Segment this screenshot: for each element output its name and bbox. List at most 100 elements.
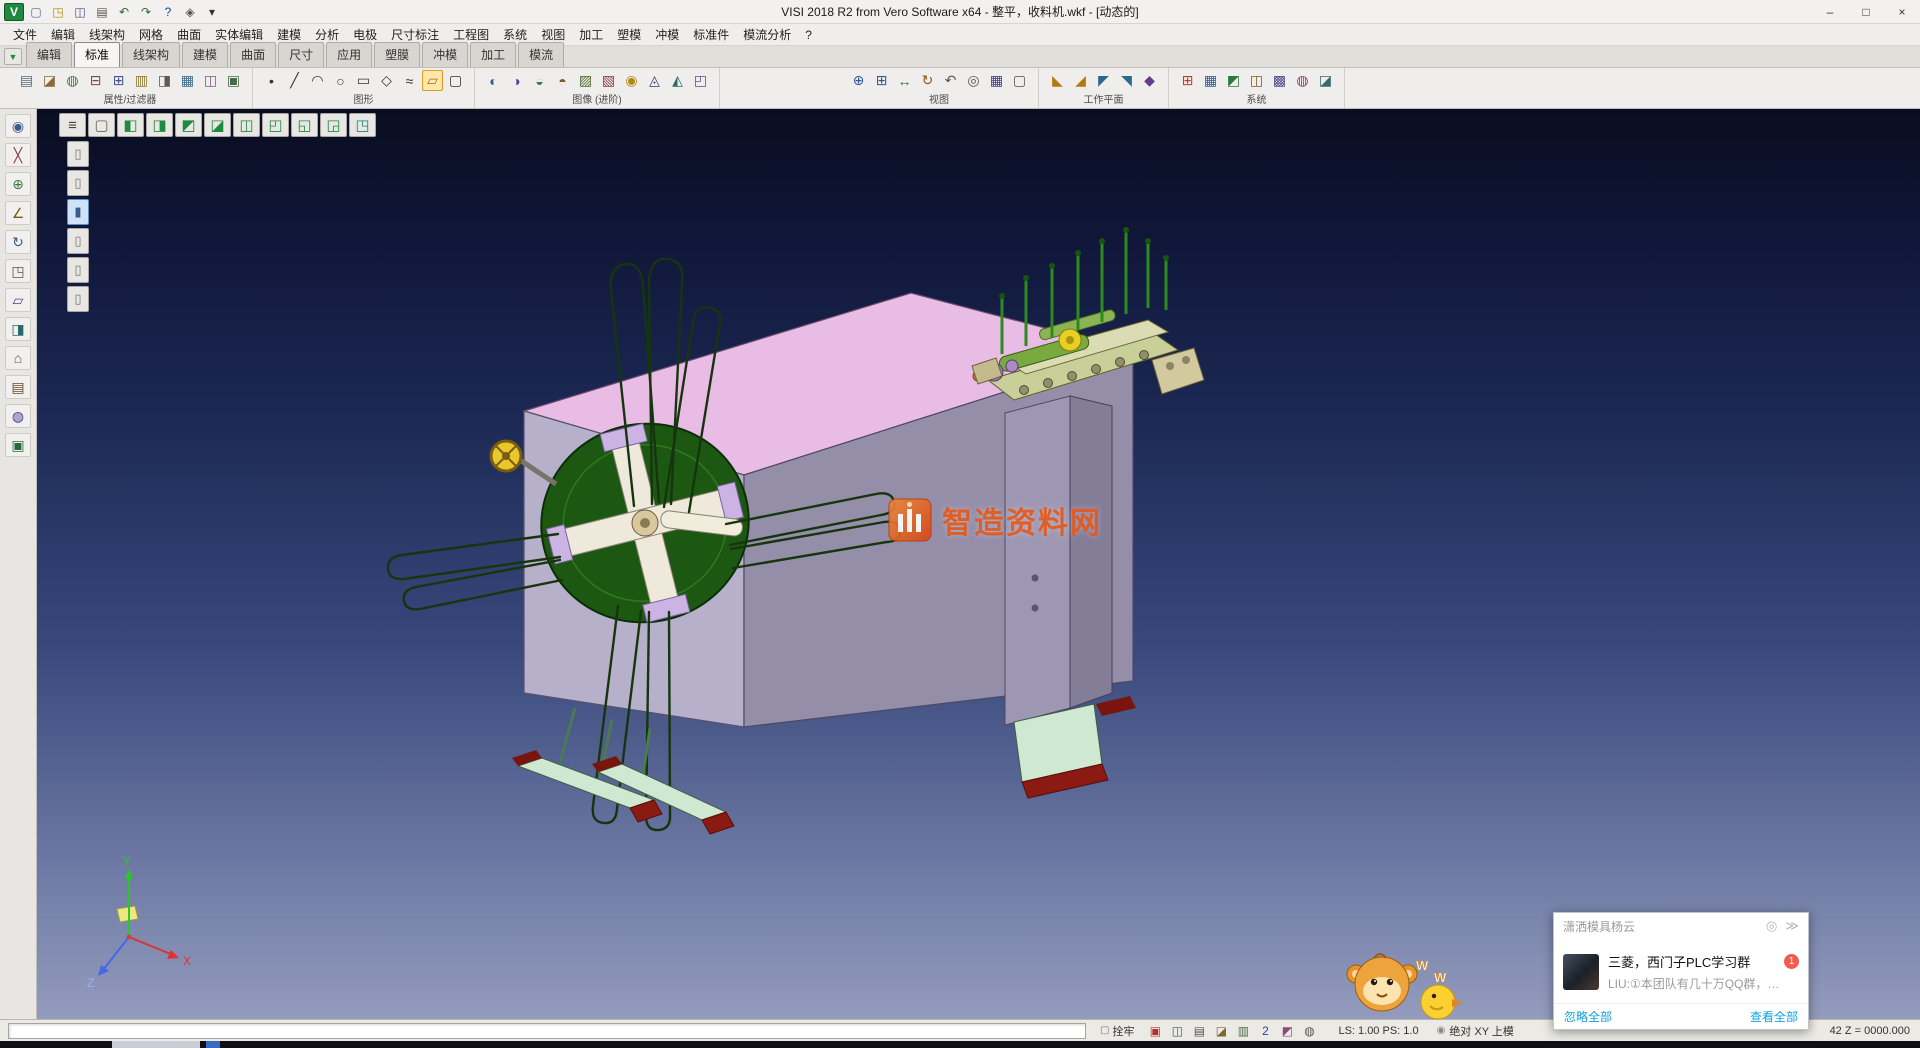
attr-color-icon[interactable]: ◍ (62, 70, 83, 91)
tab[interactable]: 尺寸 (278, 42, 324, 67)
graphics-line-icon[interactable]: ╱ (284, 70, 305, 91)
attr-mask-icon[interactable]: ◨ (154, 70, 175, 91)
qat-dropdown-icon[interactable]: ▾ (202, 3, 222, 21)
status-print-icon[interactable]: ▤ (1190, 1022, 1208, 1039)
workplane-xz-icon[interactable]: ◢ (1070, 70, 1091, 91)
attr-table-icon[interactable]: ▦ (177, 70, 198, 91)
tab[interactable]: 应用 (326, 42, 372, 67)
view-full-icon[interactable]: ▢ (1009, 70, 1030, 91)
tab[interactable]: 标准 (74, 42, 120, 67)
chat-settings-icon[interactable]: ◎ (1766, 918, 1777, 934)
tab[interactable]: 冲模 (422, 42, 468, 67)
minimize-button[interactable]: – (1812, 0, 1848, 23)
system-options-icon[interactable]: ◍ (1292, 70, 1313, 91)
redo-icon[interactable]: ↷ (136, 3, 156, 21)
view-top-icon[interactable]: ◨ (146, 113, 173, 137)
menu-item[interactable]: 模流分析 (736, 23, 798, 46)
attr-tag-icon[interactable]: ◫ (200, 70, 221, 91)
rotate-tool-icon[interactable]: ↻ (5, 230, 31, 254)
graphics-solid-icon[interactable]: ▢ (445, 70, 466, 91)
view-redraw-icon[interactable]: ◎ (963, 70, 984, 91)
tab[interactable]: 加工 (470, 42, 516, 67)
render-wireframe-icon[interactable]: ◑ (506, 70, 527, 91)
status-edit-icon[interactable]: ◪ (1212, 1022, 1230, 1039)
attr-filter-icon[interactable]: ◪ (39, 70, 60, 91)
view-pan-icon[interactable]: ↔ (894, 70, 915, 91)
surface-tool-icon[interactable]: ▱ (5, 288, 31, 312)
menu-item[interactable]: 标准件 (686, 23, 736, 46)
workplane-xy-icon[interactable]: ◣ (1047, 70, 1068, 91)
render-hidden-icon[interactable]: ◒ (529, 70, 550, 91)
system-tools-icon[interactable]: ◪ (1315, 70, 1336, 91)
view-multi-icon[interactable]: ▦ (986, 70, 1007, 91)
attr-grid-icon[interactable]: ⊞ (108, 70, 129, 91)
graphics-polygon-icon[interactable]: ◇ (376, 70, 397, 91)
system-display-icon[interactable]: ▦ (1200, 70, 1221, 91)
view-right-icon[interactable]: ◪ (204, 113, 231, 137)
graphics-curve-icon[interactable]: ≈ (399, 70, 420, 91)
menu-item[interactable]: 塑模 (610, 23, 648, 46)
view-zoom-all-icon[interactable]: ⊕ (848, 70, 869, 91)
graphics-point-icon[interactable]: • (261, 70, 282, 91)
status-command-input[interactable] (8, 1023, 1086, 1039)
tab[interactable]: 模流 (518, 42, 564, 67)
chat-message-item[interactable]: 三菱，西门子PLC学习群 1 LIU:①本团队有几十万QQ群，… (1554, 939, 1808, 1003)
tab[interactable]: 编辑 (26, 42, 72, 67)
visi-logo[interactable]: V (4, 3, 24, 21)
float-tool-4[interactable]: ▯ (67, 228, 89, 254)
menu-item[interactable]: 冲模 (648, 23, 686, 46)
zoom-tool-icon[interactable]: ◉ (5, 114, 31, 138)
help-icon[interactable]: ? (158, 3, 178, 21)
attr-select-icon[interactable]: ▣ (223, 70, 244, 91)
ignore-all-link[interactable]: 忽略全部 (1564, 1008, 1612, 1025)
tab[interactable]: 建模 (182, 42, 228, 67)
view-rotate-icon[interactable]: ↻ (917, 70, 938, 91)
save-view-tool-icon[interactable]: ▣ (5, 433, 31, 457)
status-layer-icon[interactable]: ▥ (1234, 1022, 1252, 1039)
view-axon-icon[interactable]: ◲ (320, 113, 347, 137)
graphics-circle-icon[interactable]: ○ (330, 70, 351, 91)
open-file-icon[interactable]: ◳ (48, 3, 68, 21)
save-icon[interactable]: ◫ (70, 3, 90, 21)
view-back-icon[interactable]: ◰ (262, 113, 289, 137)
mirror-tool-icon[interactable]: ◍ (5, 404, 31, 428)
render-ghost-icon[interactable]: ◓ (552, 70, 573, 91)
menu-item[interactable]: ? (798, 25, 819, 45)
tab[interactable]: 塑膜 (374, 42, 420, 67)
status-alert-icon[interactable]: ▣ (1146, 1022, 1164, 1039)
graphics-plane-icon[interactable]: ▱ (422, 70, 443, 91)
view-zoom-window-icon[interactable]: ⊞ (871, 70, 892, 91)
status-count-icon[interactable]: 2 (1256, 1022, 1274, 1039)
chat-collapse-icon[interactable]: ≫ (1785, 918, 1799, 934)
float-tool-6[interactable]: ▯ (67, 286, 89, 312)
view-front-icon[interactable]: ◩ (175, 113, 202, 137)
view-iso-icon[interactable]: ◧ (117, 113, 144, 137)
snap-tool-icon[interactable]: ⊕ (5, 172, 31, 196)
float-tool-1[interactable]: ▯ (67, 141, 89, 167)
status-gear-icon[interactable]: ◍ (1300, 1022, 1318, 1039)
layer-tool-icon[interactable]: ▤ (5, 375, 31, 399)
render-background-icon[interactable]: ◰ (690, 70, 711, 91)
view-left-icon[interactable]: ◫ (233, 113, 260, 137)
tab[interactable]: 曲面 (230, 42, 276, 67)
lock-toggle[interactable]: ▢ 拴牢 (1100, 1023, 1134, 1039)
system-snap-icon[interactable]: ◩ (1223, 70, 1244, 91)
tab-overflow-button[interactable]: ▼ (4, 48, 22, 65)
view-all-link[interactable]: 查看全部 (1750, 1008, 1798, 1025)
view-previous-icon[interactable]: ↶ (940, 70, 961, 91)
render-shaded-icon[interactable]: ◐ (483, 70, 504, 91)
attr-properties-icon[interactable]: ▤ (16, 70, 37, 91)
viewport-3d[interactable]: Y X Z ≡▢◧◨◩◪◫◰◱◲◳ ▯▯▮▯▯▯ (37, 109, 1920, 1019)
render-texture-icon[interactable]: ▨ (575, 70, 596, 91)
float-tool-3[interactable]: ▮ (67, 199, 89, 225)
system-grid-icon[interactable]: ▩ (1269, 70, 1290, 91)
float-tool-5[interactable]: ▯ (67, 257, 89, 283)
new-file-icon[interactable]: ▢ (26, 3, 46, 21)
attr-style-icon[interactable]: ▥ (131, 70, 152, 91)
home-tool-icon[interactable]: ⌂ (5, 346, 31, 370)
graphics-arc-icon[interactable]: ◠ (307, 70, 328, 91)
render-light-icon[interactable]: ◉ (621, 70, 642, 91)
status-monitor-icon[interactable]: ◫ (1168, 1022, 1186, 1039)
maximize-button[interactable]: □ (1848, 0, 1884, 23)
render-material-icon[interactable]: ◭ (667, 70, 688, 91)
